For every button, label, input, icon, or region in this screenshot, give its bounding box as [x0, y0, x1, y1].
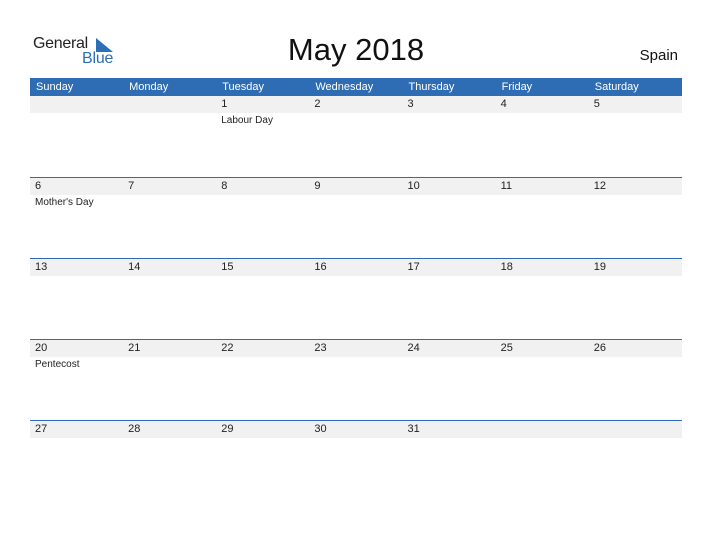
day-number: 11 — [500, 180, 513, 192]
holiday-label — [496, 195, 589, 208]
events-row: Mother's Day — [30, 195, 682, 208]
calendar-grid: Sunday Monday Tuesday Wednesday Thursday… — [30, 78, 682, 501]
day-number: 26 — [593, 342, 606, 354]
day-number: 17 — [407, 261, 420, 273]
day-number: 4 — [500, 98, 507, 110]
day-number: 19 — [593, 261, 606, 273]
week-row: 6 7 8 9 10 11 12 Mother's Day — [30, 177, 682, 258]
day-number: 9 — [314, 180, 321, 192]
weekday-wednesday: Wednesday — [315, 81, 374, 93]
holiday-label — [216, 357, 309, 370]
holiday-label — [589, 357, 682, 370]
country-label: Spain — [639, 47, 678, 64]
holiday-label — [309, 195, 402, 208]
day-number: 12 — [593, 180, 606, 192]
holiday-label — [309, 357, 402, 370]
day-number — [589, 421, 682, 438]
holiday-label — [589, 438, 682, 440]
holiday-label — [123, 195, 216, 208]
holiday-label — [123, 357, 216, 370]
weekday-thursday: Thursday — [408, 81, 455, 93]
day-number: 13 — [35, 261, 48, 273]
week-row: 13 14 15 16 17 18 19 — [30, 258, 682, 339]
day-number — [30, 96, 123, 113]
holiday-label — [403, 113, 496, 126]
weekday-friday: Friday — [501, 81, 533, 93]
weekday-monday: Monday — [129, 81, 169, 93]
day-number: 2 — [314, 98, 321, 110]
holiday-label — [30, 438, 123, 440]
weekday-header: Sunday Monday Tuesday Wednesday Thursday… — [30, 78, 682, 96]
day-number: 18 — [500, 261, 513, 273]
day-number: 14 — [128, 261, 141, 273]
day-number: 7 — [128, 180, 135, 192]
day-number: 23 — [314, 342, 327, 354]
holiday-label — [30, 113, 123, 126]
holiday-label — [589, 113, 682, 126]
day-number: 24 — [407, 342, 420, 354]
holiday-label — [496, 113, 589, 126]
holiday-label — [496, 438, 589, 440]
holiday-label — [403, 438, 496, 440]
holiday-label — [309, 276, 402, 278]
holiday-label — [589, 276, 682, 278]
holiday-label — [123, 438, 216, 440]
day-number: 8 — [221, 180, 228, 192]
day-number-strip: 1 2 3 4 5 — [30, 96, 682, 113]
holiday-label — [403, 276, 496, 278]
holiday-label — [216, 195, 309, 208]
day-number: 16 — [314, 261, 327, 273]
holiday-label — [30, 276, 123, 278]
day-number: 25 — [500, 342, 513, 354]
day-number: 20 — [35, 342, 48, 354]
week-row: 1 2 3 4 5 Labour Day — [30, 96, 682, 177]
holiday-label: Pentecost — [35, 359, 80, 370]
holiday-label — [496, 276, 589, 278]
holiday-label — [216, 276, 309, 278]
day-number: 15 — [221, 261, 234, 273]
week-row: 27 28 29 30 31 — [30, 420, 682, 501]
day-number: 31 — [407, 423, 420, 435]
day-number: 27 — [35, 423, 48, 435]
day-number: 1 — [221, 98, 228, 110]
holiday-label: Labour Day — [221, 115, 273, 126]
events-row: Pentecost — [30, 357, 682, 370]
day-number-strip: 13 14 15 16 17 18 19 — [30, 259, 682, 276]
events-row — [30, 276, 682, 278]
calendar-title: May 2018 — [287, 32, 425, 67]
day-number: 6 — [35, 180, 42, 192]
events-row — [30, 438, 682, 440]
day-number-strip: 20 21 22 23 24 25 26 — [30, 340, 682, 357]
day-number: 30 — [314, 423, 327, 435]
holiday-label — [309, 438, 402, 440]
week-row: 20 21 22 23 24 25 26 Pentecost — [30, 339, 682, 420]
day-number: 28 — [128, 423, 141, 435]
day-number: 3 — [407, 98, 414, 110]
weekday-tuesday: Tuesday — [222, 81, 265, 93]
holiday-label — [496, 357, 589, 370]
holiday-label — [123, 276, 216, 278]
day-number: 5 — [593, 98, 600, 110]
day-number-strip: 27 28 29 30 31 — [30, 421, 682, 438]
events-row: Labour Day — [30, 113, 682, 126]
weekday-sunday: Sunday — [36, 81, 74, 93]
day-number: 21 — [128, 342, 141, 354]
holiday-label: Mother's Day — [35, 197, 94, 208]
holiday-label — [123, 113, 216, 126]
day-number: 22 — [221, 342, 234, 354]
day-number: 29 — [221, 423, 234, 435]
day-number-strip: 6 7 8 9 10 11 12 — [30, 178, 682, 195]
day-number — [123, 96, 216, 113]
weeks-container: 1 2 3 4 5 Labour Day 6 7 8 9 10 11 12 Mother's Day 13 1… — [30, 96, 682, 501]
holiday-label — [403, 357, 496, 370]
day-number — [496, 421, 589, 438]
holiday-label — [589, 195, 682, 208]
day-number: 10 — [407, 180, 420, 192]
weekday-saturday: Saturday — [594, 81, 639, 93]
holiday-label — [403, 195, 496, 208]
holiday-label — [216, 438, 309, 440]
holiday-label — [309, 113, 402, 126]
